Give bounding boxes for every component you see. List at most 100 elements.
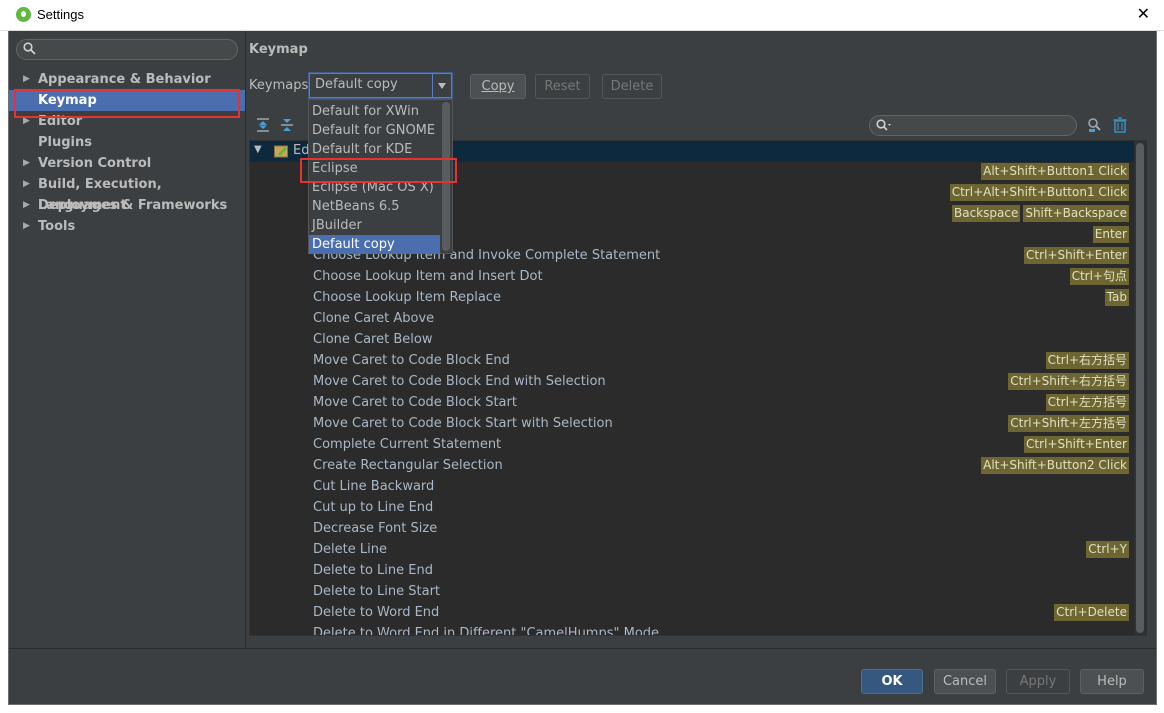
action-name: Move Caret to Code Block Start with Sele… [313, 416, 613, 431]
shortcut-badge: Tab [1104, 289, 1129, 306]
table-row[interactable]: Move Caret to Code Block End Ctrl+右方括号 [250, 351, 1135, 372]
sidebar-item-tools[interactable]: ▶ Tools [9, 216, 245, 237]
expand-arrow-icon[interactable]: ▶ [23, 174, 30, 195]
sidebar-search-input[interactable] [16, 39, 238, 60]
action-name: Delete Line [313, 542, 387, 557]
action-name: Clone Caret Above [313, 311, 435, 326]
table-row[interactable]: Choose Lookup Item and Insert Dot Ctrl+句点 [250, 267, 1135, 288]
table-row[interactable]: Delete to Line End [250, 561, 1135, 582]
expand-arrow-icon[interactable]: ▶ [23, 153, 30, 174]
keymaps-label: Keymaps: [249, 78, 313, 93]
table-row[interactable]: Cut up to Line End [250, 498, 1135, 519]
delete-button[interactable]: Delete [602, 74, 662, 99]
copy-button[interactable]: Copy [470, 74, 526, 99]
help-button[interactable]: Help [1080, 669, 1144, 694]
shortcut-list: Ctrl+句点 [1069, 268, 1129, 285]
sidebar-item-build-execution-deployment[interactable]: ▶ Build, Execution, Deployment [9, 174, 245, 213]
table-row[interactable]: Move Caret to Code Block Start with Sele… [250, 414, 1135, 435]
table-row[interactable]: Move Caret to Code Block Start Ctrl+左方括号 [250, 393, 1135, 414]
shortcut-list: Ctrl+Shift+Enter [1024, 436, 1129, 453]
close-icon[interactable]: ✕ [1137, 4, 1150, 23]
settings-window: ▶ Appearance & Behavior Keymap ▶ Editor Plugi… [8, 31, 1157, 705]
sidebar-item-editor[interactable]: ▶ Editor [9, 111, 245, 132]
shortcut-badge: Ctrl+Alt+Shift+Button1 Click [949, 184, 1129, 201]
table-row[interactable]: Create Rectangular Selection Alt+Shift+Bu… [250, 456, 1135, 477]
ok-button[interactable]: OK [861, 669, 923, 694]
apply-button[interactable]: Apply [1006, 669, 1070, 694]
cancel-button[interactable]: Cancel [934, 669, 996, 694]
sidebar: ▶ Appearance & Behavior Keymap ▶ Editor Plugi… [9, 31, 246, 648]
tree-root-label: Ed [293, 143, 310, 158]
sidebar-item-keymap[interactable]: Keymap [9, 90, 245, 111]
expand-arrow-icon[interactable]: ▶ [23, 69, 30, 90]
find-by-shortcut-icon[interactable] [1086, 117, 1102, 133]
dropdown-option[interactable]: NetBeans 6.5 [309, 197, 440, 216]
action-name: Complete Current Statement [313, 437, 502, 452]
keymaps-select[interactable]: Default copy [309, 73, 452, 98]
dropdown-option[interactable]: Default for KDE [309, 140, 440, 159]
table-row[interactable]: Decrease Font Size [250, 519, 1135, 540]
action-name: Decrease Font Size [313, 521, 438, 536]
android-studio-icon [16, 7, 31, 22]
expand-all-icon[interactable] [255, 117, 271, 133]
shortcut-list: Ctrl+右方括号 [1045, 352, 1129, 369]
sidebar-item-label: Editor [38, 114, 83, 129]
shortcut-list: Ctrl+Alt+Shift+Button1 Click [949, 184, 1129, 201]
shortcut-badge: Shift+Backspace [1023, 205, 1129, 222]
action-name: Cut up to Line End [313, 500, 434, 515]
reset-button[interactable]: Reset [535, 74, 590, 99]
shortcut-badge: Alt+Shift+Button1 Click [981, 163, 1129, 180]
sidebar-item-label: Version Control [38, 156, 152, 171]
table-row[interactable]: Move Caret to Code Block End with Select… [250, 372, 1135, 393]
dropdown-option[interactable]: JBuilder [309, 216, 440, 235]
shortcut-badge: Alt+Shift+Button2 Click [981, 457, 1129, 474]
collapse-all-icon[interactable] [279, 117, 295, 133]
sidebar-item-appearance-behavior[interactable]: ▶ Appearance & Behavior [9, 69, 245, 90]
shortcut-badge: Backspace [951, 205, 1021, 222]
dropdown-scrollbar[interactable] [440, 100, 452, 253]
table-row[interactable]: Complete Current Statement Ctrl+Shift+Ent… [250, 435, 1135, 456]
dropdown-option[interactable]: Eclipse (Mac OS X) [309, 178, 440, 197]
trash-icon[interactable] [1112, 117, 1128, 133]
shortcut-badge: Ctrl+Shift+Enter [1024, 436, 1129, 453]
expand-arrow-icon[interactable]: ▶ [23, 216, 30, 237]
sidebar-item-label: Appearance & Behavior [38, 72, 211, 87]
sidebar-item-languages-frameworks[interactable]: ▶ Languages & Frameworks [9, 195, 245, 216]
dropdown-option[interactable]: Default for XWin [309, 102, 440, 121]
dropdown-option[interactable]: Default copy [309, 235, 440, 254]
shortcut-list: Alt+Shift+Button2 Click [981, 457, 1129, 474]
dropdown-scrollbar-thumb[interactable] [442, 102, 450, 251]
keymap-search-input[interactable] [869, 115, 1077, 136]
expand-arrow-icon[interactable]: ▶ [23, 195, 30, 216]
keymaps-dropdown-list: Default for XWin Default for GNOME Default… [308, 99, 453, 254]
title-bar: Settings ✕ [0, 0, 1164, 31]
action-name: Clone Caret Below [313, 332, 433, 347]
sidebar-item-label: Plugins [38, 135, 92, 150]
shortcut-list: Ctrl+Shift+右方括号 [1008, 373, 1129, 390]
shortcut-badge: Ctrl+句点 [1069, 268, 1129, 285]
chevron-down-icon[interactable] [432, 74, 451, 97]
sidebar-item-plugins[interactable]: Plugins [9, 132, 245, 153]
table-row[interactable]: Delete Line Ctrl+Y [250, 540, 1135, 561]
action-name: Delete to Word End [313, 605, 440, 620]
shortcut-list: Enter [1092, 226, 1129, 243]
table-row[interactable]: Cut Line Backward [250, 477, 1135, 498]
page-title: Keymap [249, 42, 308, 57]
tree-scrollbar[interactable] [1134, 141, 1146, 635]
expand-arrow-icon[interactable]: ▶ [23, 111, 30, 132]
table-row[interactable]: Clone Caret Above [250, 309, 1135, 330]
shortcut-badge: Ctrl+Shift+右方括号 [1008, 373, 1129, 390]
table-row[interactable]: Choose Lookup Item Replace Tab [250, 288, 1135, 309]
collapse-arrow-icon[interactable]: ▼ [254, 144, 262, 155]
table-row[interactable]: Delete to Word End in Different "CamelHu… [250, 624, 1135, 635]
tree-scrollbar-thumb[interactable] [1136, 143, 1144, 633]
window-title: Settings [37, 7, 84, 22]
dropdown-option[interactable]: Default for GNOME [309, 121, 440, 140]
shortcut-badge: Ctrl+Shift+Enter [1024, 247, 1129, 264]
table-row[interactable]: Delete to Line Start [250, 582, 1135, 603]
table-row[interactable]: Delete to Word End Ctrl+Delete [250, 603, 1135, 624]
shortcut-list: Tab [1104, 289, 1129, 306]
table-row[interactable]: Clone Caret Below [250, 330, 1135, 351]
dropdown-option[interactable]: Eclipse [309, 159, 440, 178]
sidebar-item-version-control[interactable]: ▶ Version Control [9, 153, 245, 174]
